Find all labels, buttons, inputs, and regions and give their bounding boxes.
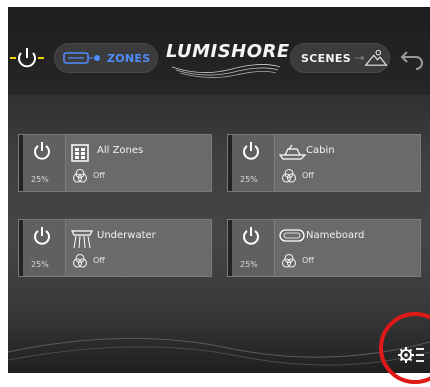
zone-power-button[interactable]: 25% [19,220,66,276]
zone-name: All Zones [97,145,144,156]
brightness-bar [19,135,23,191]
brightness-bar [228,220,232,276]
top-bar: ZONES LUMISHORE SCENES [8,7,430,95]
zone-state: Off [302,171,314,180]
zones-tab-label: ZONES [107,51,151,65]
scenes-tab[interactable]: SCENES [290,43,390,73]
brightness-bar [228,135,232,191]
logo-wave-icon [172,64,280,78]
zone-card-all-zones[interactable]: 25% All Zones Off [18,134,212,192]
zone-power-button[interactable]: 25% [228,135,275,191]
zones-light-icon [63,52,100,64]
zone-card-cabin[interactable]: 25% Cabin Off [227,134,421,192]
boat-icon [279,144,307,160]
zone-power-button[interactable]: 25% [228,220,275,276]
zone-power-button[interactable]: 25% [19,135,66,191]
brightness-bar [19,220,23,276]
color-state-icon[interactable] [281,253,297,269]
nameboard-icon [279,229,305,242]
zone-state: Off [93,256,105,265]
color-state-icon[interactable] [72,168,88,184]
logo-text: LUMISHORE [166,41,290,62]
zone-state: Off [302,256,314,265]
power-icon [243,227,259,245]
power-icon [243,142,259,160]
color-state-icon[interactable] [281,168,297,184]
zone-state: Off [93,171,105,180]
scenes-tab-label: SCENES [301,51,351,65]
brightness-percent: 25% [240,260,258,269]
power-icon [34,227,50,245]
zone-name: Nameboard [306,230,365,241]
scenes-mountain-icon [354,49,388,66]
lumishore-screen: ZONES LUMISHORE SCENES 25% All Zones Off… [8,7,430,373]
lumishore-logo: LUMISHORE [166,41,290,79]
master-power-button[interactable] [10,45,44,71]
power-icon [34,142,50,160]
brightness-percent: 25% [31,175,49,184]
zone-card-nameboard[interactable]: 25% Nameboard Off [227,219,421,277]
color-state-icon[interactable] [72,253,88,269]
zone-name: Cabin [306,145,335,156]
zone-name: Underwater [97,230,156,241]
brightness-percent: 25% [240,175,258,184]
bottom-wave-decoration [8,337,430,366]
zone-card-underwater[interactable]: 25% Underwater Off [18,219,212,277]
back-button[interactable] [398,45,428,71]
zones-tab[interactable]: ZONES [54,43,158,73]
underwater-light-icon [71,230,93,249]
brightness-percent: 25% [31,260,49,269]
grid-icon [71,144,89,162]
